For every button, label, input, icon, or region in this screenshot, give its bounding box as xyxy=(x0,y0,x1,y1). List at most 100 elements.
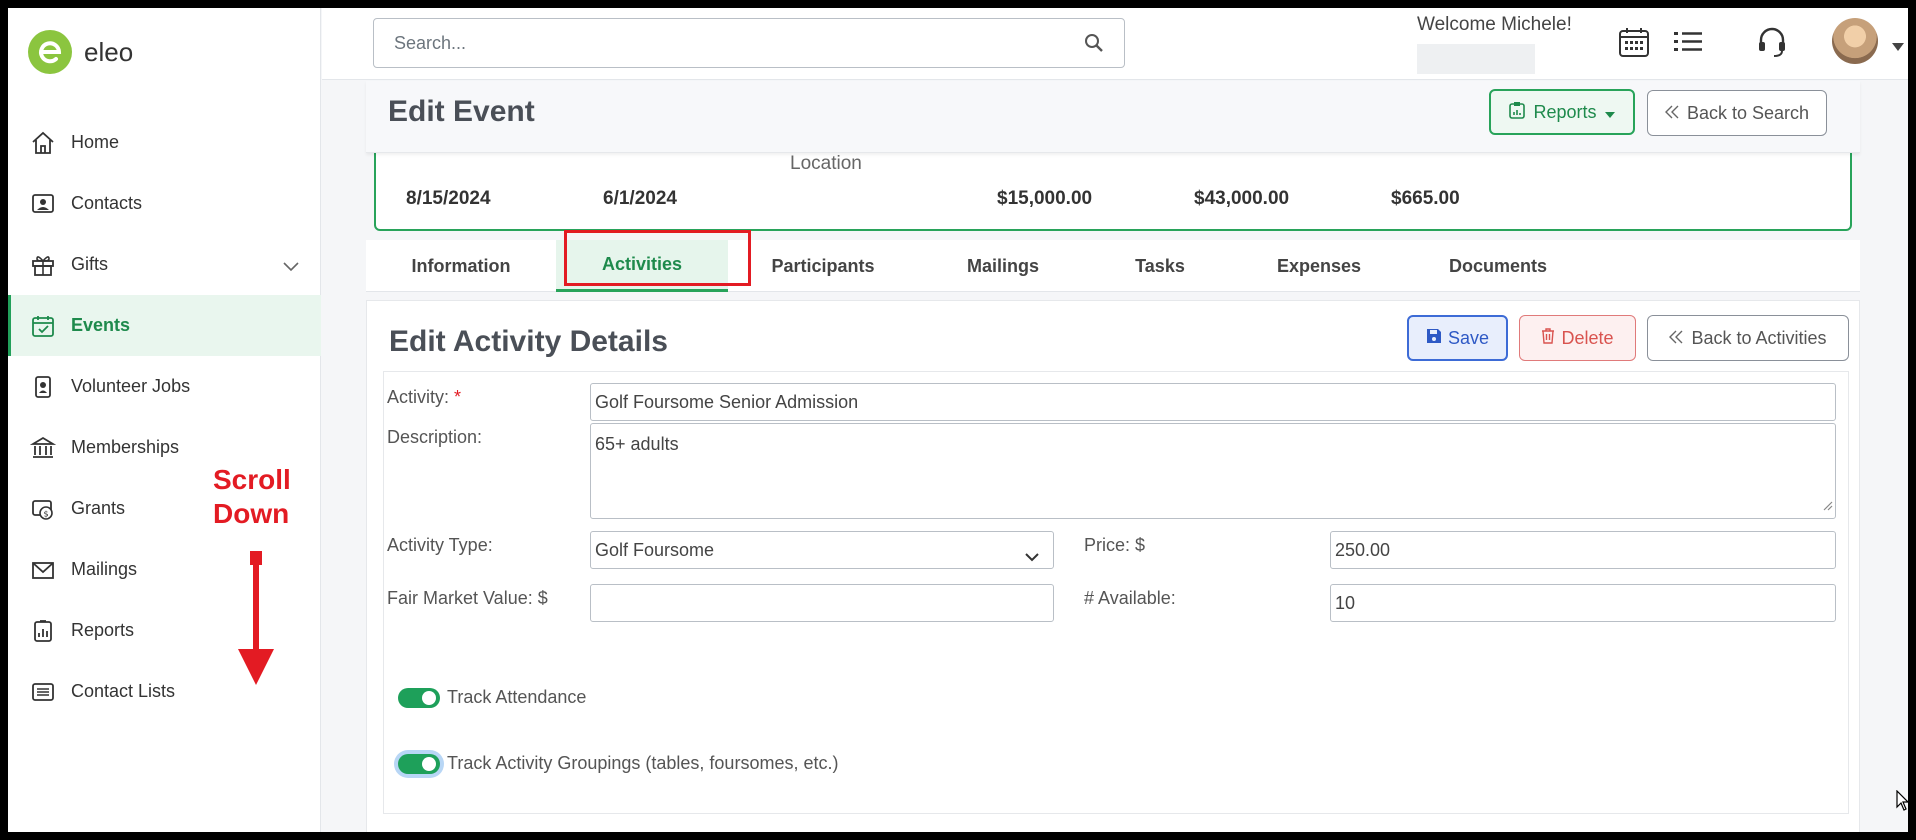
avatar[interactable] xyxy=(1832,18,1878,64)
back-to-activities-button[interactable]: Back to Activities xyxy=(1647,315,1849,361)
welcome-text: Welcome Michele! xyxy=(1417,14,1572,35)
tab-information[interactable]: Information xyxy=(366,240,556,292)
tab-tasks[interactable]: Tasks xyxy=(1088,240,1232,292)
svg-text:$: $ xyxy=(44,509,49,518)
annotation-line-2: Down xyxy=(213,498,290,529)
summary-value: $15,000.00 xyxy=(997,188,1093,209)
track-groupings-toggle[interactable] xyxy=(398,754,440,774)
sidebar-item-label: Reports xyxy=(71,620,135,640)
sidebar-item-label: Contact Lists xyxy=(71,681,176,701)
top-bar: Welcome Michele! xyxy=(322,8,1908,80)
sidebar-item-label: Grants xyxy=(71,498,126,518)
main-content: Location 8/15/2024 6/1/2024 $15,000.00 $… xyxy=(322,81,1908,832)
summary-value: $665.00 xyxy=(1391,188,1460,209)
edit-event-header: Edit Event Reports Back to Search xyxy=(366,81,1860,153)
summary-label-location: Location xyxy=(790,153,862,174)
save-button[interactable]: Save xyxy=(1407,315,1508,361)
calendar-check-icon xyxy=(29,312,57,340)
sidebar-item-label: Events xyxy=(71,315,131,335)
sidebar-item-contact-lists[interactable]: Contact Lists xyxy=(8,661,321,722)
track-attendance-label: Track Attendance xyxy=(447,687,587,707)
redacted-name-bar xyxy=(1417,44,1535,74)
search-input[interactable] xyxy=(374,19,1054,67)
app-window: eleo Home Contacts Gifts Events Voluntee… xyxy=(8,8,1908,832)
back-to-activities-label: Back to Activities xyxy=(1691,327,1827,348)
home-icon xyxy=(29,129,57,157)
description-label: Description: xyxy=(387,427,483,447)
activity-field[interactable]: Golf Foursome Senior Admission xyxy=(590,383,1836,421)
tab-mailings[interactable]: Mailings xyxy=(918,240,1088,292)
back-to-search-button[interactable]: Back to Search xyxy=(1647,90,1827,136)
sidebar-item-contacts[interactable]: Contacts xyxy=(8,173,321,234)
activity-label-text: Activity: xyxy=(387,387,450,407)
price-field[interactable]: 250.00 xyxy=(1330,531,1836,569)
track-attendance-toggle[interactable] xyxy=(398,688,440,708)
description-textarea[interactable]: 65+ adults xyxy=(590,423,1836,519)
delete-button[interactable]: Delete xyxy=(1519,315,1636,361)
chevron-down-icon[interactable] xyxy=(283,256,299,277)
caret-down-icon xyxy=(1604,102,1615,123)
required-marker: * xyxy=(454,387,462,407)
list-icon xyxy=(29,678,57,706)
tab-highlight-annotation xyxy=(564,230,751,286)
headset-support-icon[interactable] xyxy=(1756,26,1788,63)
double-chevron-left-icon xyxy=(1669,328,1683,349)
summary-value: 8/15/2024 xyxy=(406,188,491,209)
annotation-line-1: Scroll xyxy=(213,464,291,495)
sidebar-item-reports[interactable]: Reports xyxy=(8,600,321,661)
tab-documents[interactable]: Documents xyxy=(1406,240,1590,292)
sidebar-item-mailings[interactable]: Mailings xyxy=(8,539,321,600)
reports-dropdown-button[interactable]: Reports xyxy=(1489,89,1635,135)
available-field[interactable]: 10 xyxy=(1330,584,1836,622)
building-icon xyxy=(29,434,57,462)
page-title: Edit Event xyxy=(388,95,535,128)
sidebar-nav: Home Contacts Gifts Events Volunteer Job… xyxy=(8,112,321,722)
task-list-icon[interactable] xyxy=(1672,26,1704,63)
tab-participants[interactable]: Participants xyxy=(728,240,918,292)
description-text: 65+ adults xyxy=(595,434,679,454)
floppy-disk-icon xyxy=(1426,328,1442,349)
double-chevron-left-icon xyxy=(1664,103,1679,124)
clipboard-icon xyxy=(1509,101,1526,124)
sidebar: eleo Home Contacts Gifts Events Voluntee… xyxy=(8,8,321,832)
contacts-icon xyxy=(29,190,57,218)
sidebar-item-events[interactable]: Events xyxy=(8,295,321,356)
event-tabs: Information Activities Participants Mail… xyxy=(366,230,1860,292)
price-label: Price: $ xyxy=(1084,535,1146,555)
sidebar-item-label: Mailings xyxy=(71,559,138,579)
sidebar-item-label: Gifts xyxy=(71,254,109,274)
summary-value: $43,000.00 xyxy=(1194,188,1290,209)
track-groupings-label: Track Activity Groupings (tables, fourso… xyxy=(447,753,839,773)
caret-down-icon[interactable] xyxy=(1892,38,1904,56)
sidebar-item-label: Home xyxy=(71,132,120,152)
sidebar-item-label: Contacts xyxy=(71,193,143,213)
activity-form: Activity: * Golf Foursome Senior Admissi… xyxy=(383,371,1849,814)
scroll-down-annotation: Scroll Down xyxy=(213,463,291,531)
fair-market-value-field[interactable] xyxy=(590,584,1054,622)
fair-market-value-label: Fair Market Value: $ xyxy=(387,588,548,608)
mouse-cursor-icon xyxy=(1896,789,1908,817)
reports-button-label: Reports xyxy=(1533,101,1597,122)
tab-expenses[interactable]: Expenses xyxy=(1232,240,1406,292)
chevron-down-icon xyxy=(1025,546,1039,567)
resize-handle-icon[interactable] xyxy=(1823,495,1833,516)
search-box xyxy=(373,18,1125,68)
search-icon[interactable] xyxy=(1084,33,1104,58)
available-label: # Available: xyxy=(1084,588,1176,608)
activity-type-label: Activity Type: xyxy=(387,535,493,555)
activity-type-value: Golf Foursome xyxy=(595,539,715,560)
logo-text: eleo xyxy=(84,36,134,67)
trash-icon xyxy=(1541,327,1555,349)
sidebar-item-volunteer-jobs[interactable]: Volunteer Jobs xyxy=(8,356,321,417)
sidebar-item-home[interactable]: Home xyxy=(8,112,321,173)
sidebar-item-gifts[interactable]: Gifts xyxy=(8,234,321,295)
arrow-down-icon xyxy=(238,551,274,690)
report-icon xyxy=(29,617,57,645)
activity-type-select[interactable]: Golf Foursome xyxy=(590,531,1054,569)
logo[interactable]: eleo xyxy=(28,30,133,74)
sidebar-item-label: Memberships xyxy=(71,437,180,457)
grants-icon: $ xyxy=(29,495,57,523)
activity-label: Activity: * xyxy=(387,387,461,408)
envelope-icon xyxy=(29,556,57,584)
calendar-grid-icon[interactable] xyxy=(1618,26,1650,63)
